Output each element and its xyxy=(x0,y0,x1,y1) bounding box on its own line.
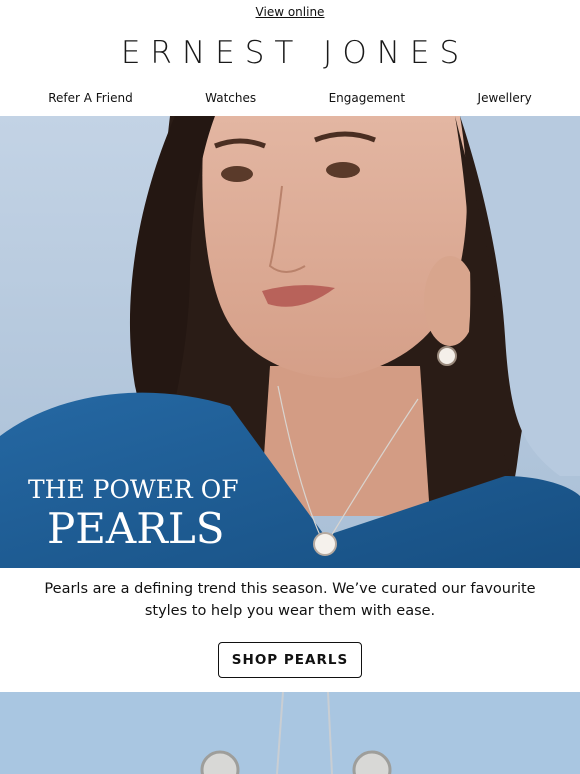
hero-title-line2: PEARLS xyxy=(47,504,225,553)
topbar: View online xyxy=(0,0,580,24)
hero-banner[interactable]: THE POWER OF PEARLS xyxy=(0,116,580,568)
intro-text: Pearls are a defining trend this season.… xyxy=(44,581,536,619)
nav-item-refer-a-friend[interactable]: Refer A Friend xyxy=(48,91,132,105)
nav-item-jewellery[interactable]: Jewellery xyxy=(478,91,532,105)
shop-pearls-button[interactable]: SHOP PEARLS xyxy=(218,642,362,678)
view-online-link[interactable]: View online xyxy=(256,5,325,19)
hero-title-line1: THE POWER OF xyxy=(28,475,239,504)
brand-logo[interactable]: ERNEST JONES xyxy=(0,28,580,78)
main-nav: Refer A Friend Watches Engagement Jewell… xyxy=(0,79,580,116)
pearl-earrings-image xyxy=(0,692,580,774)
product-image-preview[interactable] xyxy=(0,692,580,774)
nav-item-watches[interactable]: Watches xyxy=(205,91,256,105)
cta-wrapper: SHOP PEARLS xyxy=(0,642,580,678)
brand-name: ERNEST JONES xyxy=(120,35,470,71)
nav-item-engagement[interactable]: Engagement xyxy=(329,91,406,105)
